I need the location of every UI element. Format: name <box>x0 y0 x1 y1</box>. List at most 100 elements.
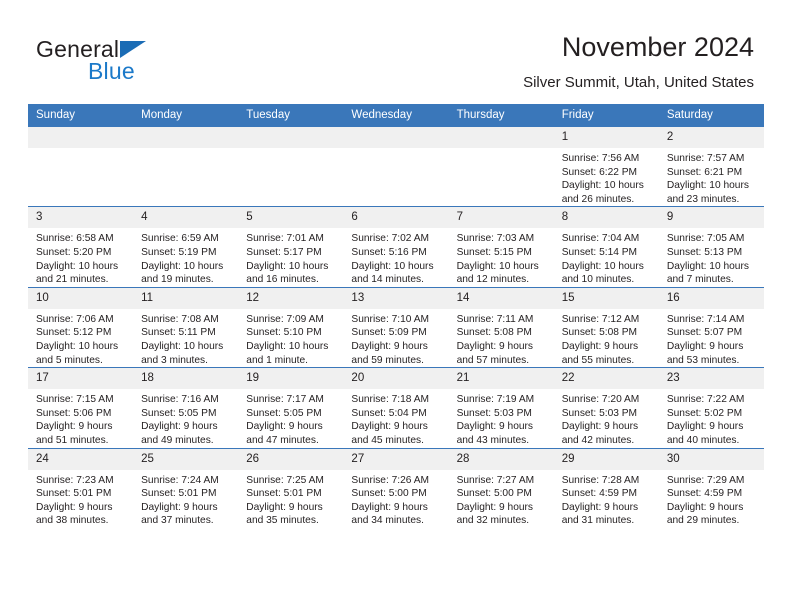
day-number: 23 <box>658 368 764 390</box>
page-subtitle: Silver Summit, Utah, United States <box>523 74 754 91</box>
calendar-day-cell[interactable]: 5 Sunrise: 7:01 AM Sunset: 5:17 PM Daylight… <box>238 206 344 288</box>
calendar-day-cell[interactable]: 9 Sunrise: 7:05 AM Sunset: 5:13 PM Daylight… <box>658 206 764 288</box>
sunset-text: Sunset: 6:21 PM <box>666 166 743 178</box>
day-number: 8 <box>553 207 659 229</box>
calendar-day-cell[interactable]: 12 Sunrise: 7:09 AM Sunset: 5:10 PM Dayligh… <box>238 286 344 368</box>
daylight-text: Daylight: 9 hours and 51 minutes. <box>36 421 113 446</box>
daylight-text: Daylight: 9 hours and 29 minutes. <box>666 501 744 527</box>
daylight-text: Daylight: 10 hours and 19 minutes. <box>141 260 224 286</box>
sunrise-text: Sunrise: 7:56 AM <box>561 153 640 164</box>
day-number: 9 <box>658 207 764 229</box>
calendar-day-cell[interactable]: 22 Sunrise: 7:20 AM Sunset: 5:03 PM Dayligh… <box>553 367 659 448</box>
daylight-text: Daylight: 9 hours and 38 minutes. <box>36 501 113 527</box>
calendar-day-cell[interactable]: 13 Sunrise: 7:10 AM Sunset: 5:09 PM Dayligh… <box>343 286 449 368</box>
calendar-day-cell[interactable]: 6 Sunrise: 7:02 AM Sunset: 5:16 PM Daylight… <box>343 206 449 288</box>
day-details: Sunrise: 7:25 AM Sunset: 5:01 PM Daylight:… <box>238 470 343 528</box>
sunset-text: Sunset: 5:05 PM <box>246 407 322 419</box>
daylight-text: Daylight: 9 hours and 42 minutes. <box>561 421 639 446</box>
day-details: Sunrise: 7:19 AM Sunset: 5:03 PM Daylight:… <box>449 389 554 447</box>
sunset-text: Sunset: 5:08 PM <box>561 327 638 339</box>
day-details: Sunrise: 7:06 AM Sunset: 5:12 PM Daylight:… <box>28 309 133 367</box>
sunrise-text: Sunrise: 7:03 AM <box>456 233 535 245</box>
calendar-day-cell[interactable]: 23 Sunrise: 7:22 AM Sunset: 5:02 PM Dayligh… <box>658 367 764 448</box>
daylight-text: Daylight: 9 hours and 34 minutes. <box>351 501 428 527</box>
calendar-day-cell-empty <box>238 127 344 207</box>
day-details: Sunrise: 7:09 AM Sunset: 5:10 PM Daylight:… <box>238 309 343 367</box>
sunset-text: Sunset: 5:02 PM <box>666 407 743 419</box>
calendar-week-row: 17 Sunrise: 7:15 AM Sunset: 5:06 PM Dayligh… <box>28 367 764 448</box>
sunrise-text: Sunrise: 7:24 AM <box>141 474 219 486</box>
sunrise-text: Sunrise: 7:25 AM <box>246 474 324 486</box>
sunset-text: Sunset: 5:09 PM <box>351 327 427 339</box>
calendar-day-cell[interactable]: 27 Sunrise: 7:26 AM Sunset: 5:00 PM Dayligh… <box>343 447 449 528</box>
calendar-day-cell[interactable]: 28 Sunrise: 7:27 AM Sunset: 5:00 PM Dayligh… <box>448 447 554 528</box>
daylight-text: Daylight: 10 hours and 14 minutes. <box>351 260 434 286</box>
day-details: Sunrise: 6:58 AM Sunset: 5:20 PM Daylight:… <box>28 228 133 286</box>
calendar-day-cell[interactable]: 25 Sunrise: 7:24 AM Sunset: 5:01 PM Dayligh… <box>133 447 239 528</box>
calendar-day-cell[interactable]: 16 Sunrise: 7:14 AM Sunset: 5:07 PM Dayligh… <box>658 286 764 368</box>
calendar-day-cell[interactable]: 19 Sunrise: 7:17 AM Sunset: 5:05 PM Dayligh… <box>238 367 344 448</box>
calendar-day-cell[interactable]: 20 Sunrise: 7:18 AM Sunset: 5:04 PM Dayligh… <box>343 367 449 448</box>
sunset-text: Sunset: 6:22 PM <box>561 166 638 178</box>
day-number: 11 <box>133 287 239 309</box>
day-details: Sunrise: 7:01 AM Sunset: 5:17 PM Daylight:… <box>238 228 343 286</box>
calendar-day-cell[interactable]: 18 Sunrise: 7:16 AM Sunset: 5:05 PM Dayligh… <box>133 367 239 448</box>
sunset-text: Sunset: 5:19 PM <box>141 246 217 258</box>
calendar-day-cell-empty <box>28 127 134 207</box>
logo-text-blue: Blue <box>88 58 135 84</box>
sunrise-text: Sunrise: 7:20 AM <box>561 394 640 406</box>
daylight-text: Daylight: 10 hours and 7 minutes. <box>666 260 749 286</box>
sunrise-text: Sunrise: 7:11 AM <box>456 313 534 325</box>
calendar-day-cell-empty <box>448 127 554 207</box>
daylight-text: Daylight: 9 hours and 55 minutes. <box>561 340 639 366</box>
calendar-day-cell[interactable]: 17 Sunrise: 7:15 AM Sunset: 5:06 PM Dayligh… <box>28 367 134 448</box>
weekday-header-wednesday: Wednesday <box>343 104 449 127</box>
calendar-day-cell[interactable]: 11 Sunrise: 7:08 AM Sunset: 5:11 PM Dayligh… <box>133 286 239 368</box>
day-number: 13 <box>343 287 449 309</box>
calendar-day-cell[interactable]: 4 Sunrise: 6:59 AM Sunset: 5:19 PM Daylight… <box>133 206 239 288</box>
day-number: 19 <box>238 368 344 390</box>
daylight-text: Daylight: 10 hours and 23 minutes. <box>666 180 749 205</box>
day-number: 6 <box>343 207 449 229</box>
calendar-day-cell[interactable]: 24 Sunrise: 7:23 AM Sunset: 5:01 PM Dayligh… <box>28 447 134 528</box>
daylight-text: Daylight: 9 hours and 32 minutes. <box>456 501 534 527</box>
day-details: Sunrise: 7:26 AM Sunset: 5:00 PM Daylight:… <box>343 470 448 528</box>
calendar-day-cell[interactable]: 14 Sunrise: 7:11 AM Sunset: 5:08 PM Dayligh… <box>448 286 554 368</box>
calendar-day-cell-empty <box>133 127 239 207</box>
daylight-text: Daylight: 9 hours and 43 minutes. <box>456 421 534 446</box>
day-number: 27 <box>343 448 449 470</box>
calendar-day-cell[interactable]: 15 Sunrise: 7:12 AM Sunset: 5:08 PM Dayligh… <box>553 286 659 368</box>
daylight-text: Daylight: 10 hours and 5 minutes. <box>36 340 119 366</box>
day-number: 21 <box>448 368 554 390</box>
sunset-text: Sunset: 4:59 PM <box>561 488 638 500</box>
calendar-day-cell[interactable]: 8 Sunrise: 7:04 AM Sunset: 5:14 PM Daylight… <box>553 206 659 288</box>
day-details: Sunrise: 7:27 AM Sunset: 5:00 PM Daylight:… <box>449 470 554 528</box>
calendar-day-cell[interactable]: 2 Sunrise: 7:57 AM Sunset: 6:21 PM Daylight… <box>658 127 764 207</box>
calendar-page: General Blue November 2024 Silver Summit… <box>0 0 792 612</box>
daylight-text: Daylight: 10 hours and 10 minutes. <box>561 260 644 286</box>
calendar-day-cell[interactable]: 21 Sunrise: 7:19 AM Sunset: 5:03 PM Dayligh… <box>448 367 554 448</box>
calendar-day-cell[interactable]: 10 Sunrise: 7:06 AM Sunset: 5:12 PM Dayligh… <box>28 286 134 368</box>
calendar-day-cell[interactable]: 29 Sunrise: 7:28 AM Sunset: 4:59 PM Dayligh… <box>553 447 659 528</box>
calendar-day-cell[interactable]: 7 Sunrise: 7:03 AM Sunset: 5:15 PM Daylight… <box>448 206 554 288</box>
sunrise-text: Sunrise: 6:59 AM <box>141 233 219 245</box>
day-number: 14 <box>448 287 554 309</box>
calendar-day-cell[interactable]: 26 Sunrise: 7:25 AM Sunset: 5:01 PM Dayligh… <box>238 447 344 528</box>
day-number: 17 <box>28 368 134 390</box>
weekday-header-saturday: Saturday <box>658 104 764 127</box>
logo-triangle-icon <box>120 41 146 58</box>
sunset-text: Sunset: 5:04 PM <box>351 407 427 419</box>
day-details: Sunrise: 7:05 AM Sunset: 5:13 PM Daylight:… <box>659 228 764 286</box>
calendar-day-cell[interactable]: 1 Sunrise: 7:56 AM Sunset: 6:22 PM Daylight… <box>553 127 659 207</box>
page-header: General Blue November 2024 Silver Summit… <box>0 0 792 100</box>
sunset-text: Sunset: 5:05 PM <box>141 407 217 419</box>
calendar-day-cell[interactable]: 30 Sunrise: 7:29 AM Sunset: 4:59 PM Dayligh… <box>658 447 764 528</box>
daylight-text: Daylight: 10 hours and 3 minutes. <box>141 340 224 366</box>
sunset-text: Sunset: 5:11 PM <box>141 327 216 339</box>
calendar-day-cell[interactable]: 3 Sunrise: 6:58 AM Sunset: 5:20 PM Daylight… <box>28 206 134 288</box>
calendar-table: Sunday Monday Tuesday Wednesday Thursday… <box>28 104 764 528</box>
sunrise-text: Sunrise: 7:14 AM <box>666 313 745 325</box>
day-number <box>238 127 344 148</box>
daylight-text: Daylight: 9 hours and 31 minutes. <box>561 501 639 527</box>
day-number: 10 <box>28 287 134 309</box>
